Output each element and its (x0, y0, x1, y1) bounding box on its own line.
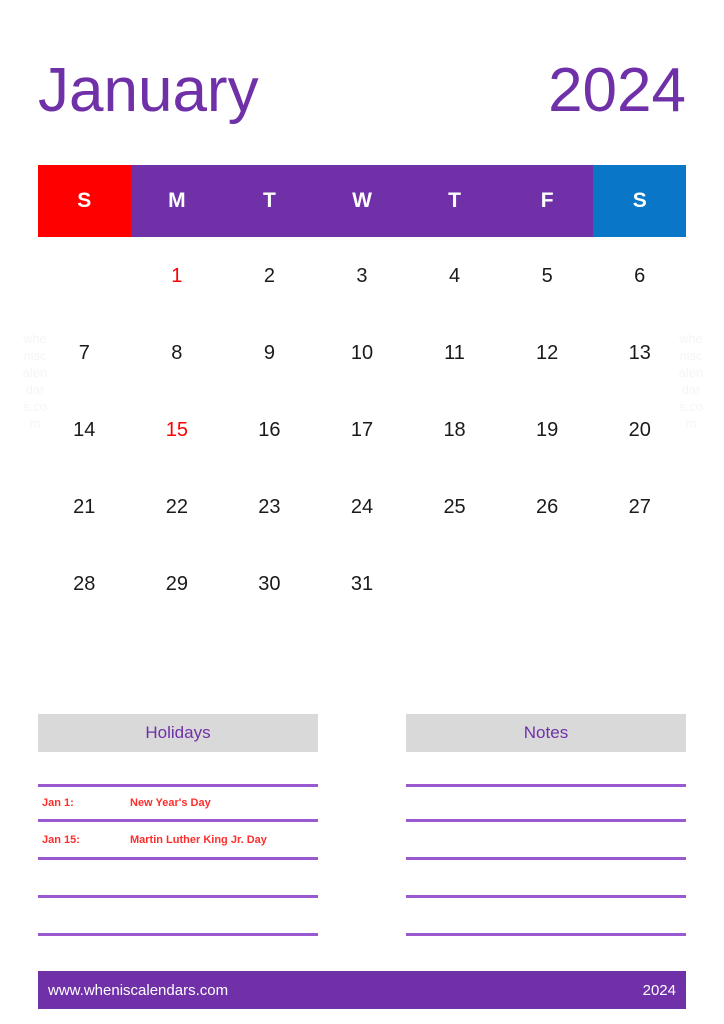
year-title: 2024 (548, 56, 686, 125)
holiday-entry-row[interactable] (38, 860, 318, 898)
day-cell-18[interactable]: 18 (408, 391, 501, 468)
holiday-entry-date: Jan 15: (42, 833, 80, 846)
holidays-heading: Holidays (38, 714, 318, 752)
holiday-entry-row[interactable]: Jan 1: New Year's Day (38, 784, 318, 822)
weekday-header-cell-4: T (408, 165, 501, 237)
footer-year: 2024 (642, 981, 676, 999)
holiday-entry-date: Jan 1: (42, 797, 74, 809)
day-cell-15[interactable]: 15 (131, 391, 224, 468)
note-entry-row[interactable] (406, 898, 686, 936)
day-cell-10[interactable]: 10 (316, 314, 409, 391)
day-cell-3[interactable]: 3 (316, 237, 409, 314)
notes-panel: Notes (406, 714, 686, 974)
day-cell-26[interactable]: 26 (501, 468, 594, 545)
day-cell-4[interactable]: 4 (408, 237, 501, 314)
day-cell-17[interactable]: 17 (316, 391, 409, 468)
day-cell-6[interactable]: 6 (593, 237, 686, 314)
day-cell-7[interactable]: 7 (38, 314, 131, 391)
day-cell-29[interactable]: 29 (131, 545, 224, 622)
day-cell-28[interactable]: 28 (38, 545, 131, 622)
day-cell-23[interactable]: 23 (223, 468, 316, 545)
day-cell-1[interactable]: 1 (131, 237, 224, 314)
day-cell-16[interactable]: 16 (223, 391, 316, 468)
weekday-header-cell-2: T (223, 165, 316, 237)
weekday-header-cell-6: S (593, 165, 686, 237)
day-cell-20[interactable]: 20 (593, 391, 686, 468)
day-cell-empty (501, 545, 594, 622)
day-cell-19[interactable]: 19 (501, 391, 594, 468)
day-cell-30[interactable]: 30 (223, 545, 316, 622)
footer-site: www.wheniscalendars.com (48, 981, 229, 999)
holidays-panel: Holidays Jan 1: New Year's Day Jan 15: Mart… (38, 714, 318, 974)
holiday-entry-row[interactable] (38, 898, 318, 936)
footer-bar: www.wheniscalendars.com 2024 (38, 971, 686, 1009)
day-cell-empty (593, 545, 686, 622)
note-entry-row[interactable] (406, 822, 686, 860)
notes-heading: Notes (406, 714, 686, 752)
notes-lines (406, 784, 686, 974)
day-cell-empty (38, 237, 131, 314)
weekday-header-cell-5: F (500, 165, 594, 237)
holidays-lines: Jan 1: New Year's Day Jan 15: Martin Luther… (38, 784, 318, 974)
day-cell-27[interactable]: 27 (593, 468, 686, 545)
day-cell-9[interactable]: 9 (223, 314, 316, 391)
day-cell-13[interactable]: 13 (593, 314, 686, 391)
day-cell-21[interactable]: 21 (38, 468, 131, 545)
holiday-entry-name: Martin Luther King Jr. Day (130, 833, 267, 846)
day-cell-22[interactable]: 22 (131, 468, 224, 545)
day-cell-2[interactable]: 2 (223, 237, 316, 314)
note-entry-row[interactable] (406, 784, 686, 822)
day-cell-24[interactable]: 24 (316, 468, 409, 545)
day-grid: 1 2 3 4 5 6 7 8 9 10 11 12 13 14 15 16 17 18 19 20 21 22 23 24 2… (38, 237, 686, 622)
day-cell-8[interactable]: 8 (131, 314, 224, 391)
day-cell-empty (408, 545, 501, 622)
weekday-header-cell-3: W (315, 165, 409, 237)
note-entry-row[interactable] (406, 860, 686, 898)
month-title: January (38, 56, 259, 125)
calendar-page: wheniscalendars.com wheniscalendars.com … (0, 0, 724, 1024)
weekday-header-row: SMTWTFS (38, 165, 686, 237)
holiday-entry-name: New Year's Day (130, 797, 211, 809)
day-cell-5[interactable]: 5 (501, 237, 594, 314)
weekday-header-cell-1: M (130, 165, 224, 237)
holiday-entry-row[interactable] (38, 936, 318, 974)
day-cell-11[interactable]: 11 (408, 314, 501, 391)
day-cell-31[interactable]: 31 (316, 545, 409, 622)
day-cell-12[interactable]: 12 (501, 314, 594, 391)
weekday-header-cell-0: S (38, 165, 131, 237)
calendar-title-row: January 2024 (38, 52, 686, 130)
day-cell-14[interactable]: 14 (38, 391, 131, 468)
note-entry-row[interactable] (406, 936, 686, 974)
holiday-entry-row[interactable]: Jan 15: Martin Luther King Jr. Day (38, 822, 318, 860)
day-cell-25[interactable]: 25 (408, 468, 501, 545)
